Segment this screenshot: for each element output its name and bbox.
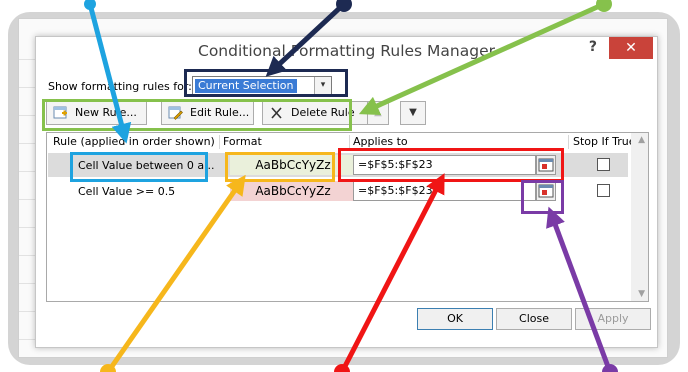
screenshot-stage: Conditional Formatting Rules Manager ? ✕…	[0, 0, 688, 372]
annotation-arrows	[84, 0, 618, 372]
